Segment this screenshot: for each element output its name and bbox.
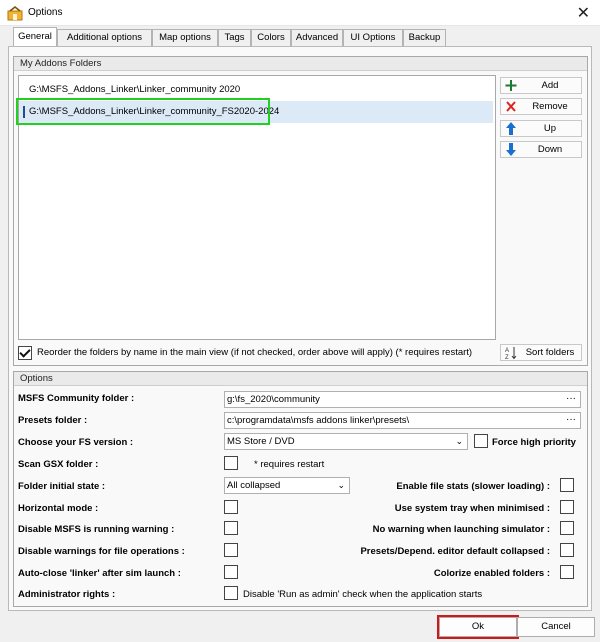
tab-ui-options[interactable]: UI Options bbox=[343, 29, 403, 46]
sort-az-icon: A Z bbox=[505, 345, 517, 361]
presets-folder-label: Presets folder : bbox=[18, 415, 88, 426]
tab-backup[interactable]: Backup bbox=[403, 29, 446, 46]
tab-colors[interactable]: Colors bbox=[251, 29, 291, 46]
fs-version-label: Choose your FS version : bbox=[18, 437, 134, 448]
browse-ellipsis-icon[interactable]: ··· bbox=[566, 413, 576, 427]
browse-ellipsis-icon[interactable]: ··· bbox=[566, 392, 576, 406]
chevron-down-icon: ⌄ bbox=[337, 480, 345, 490]
tab-map-options[interactable]: Map options bbox=[152, 29, 218, 46]
add-button[interactable]: Add bbox=[500, 77, 582, 94]
close-icon[interactable]: ✕ bbox=[577, 3, 590, 23]
folder-list-item-selected[interactable]: G:\MSFS_Addons_Linker\Linker_community_F… bbox=[19, 101, 493, 123]
window-title: Options bbox=[28, 7, 63, 18]
folder-state-label: Folder initial state : bbox=[18, 481, 106, 492]
requires-restart-note: * requires restart bbox=[254, 459, 325, 470]
options-group-title: Options bbox=[14, 372, 587, 386]
tab-tags[interactable]: Tags bbox=[218, 29, 251, 46]
scan-gsx-checkbox[interactable] bbox=[224, 456, 238, 470]
addons-folder-list[interactable]: G:\MSFS_Addons_Linker\Linker_community 2… bbox=[18, 75, 496, 340]
file-stats-checkbox[interactable] bbox=[560, 478, 574, 492]
auto-close-label: Auto-close 'linker' after sim launch : bbox=[18, 568, 181, 579]
msfs-community-label: MSFS Community folder : bbox=[18, 393, 135, 404]
presets-folder-field[interactable]: c:\programdata\msfs addons linker\preset… bbox=[224, 412, 581, 429]
no-warning-launch-label: No warning when launching simulator : bbox=[372, 524, 550, 535]
presets-collapsed-checkbox[interactable] bbox=[560, 543, 574, 557]
arrow-down-icon bbox=[505, 142, 517, 157]
tab-additional-options[interactable]: Additional options bbox=[57, 29, 152, 46]
chevron-down-icon: ⌄ bbox=[455, 436, 463, 446]
admin-rights-description: Disable 'Run as admin' check when the ap… bbox=[243, 589, 483, 600]
reorder-checkbox[interactable] bbox=[18, 346, 32, 360]
svg-text:Z: Z bbox=[505, 355, 509, 360]
msfs-community-field[interactable]: g:\fs_2020\community ··· bbox=[224, 391, 581, 408]
horizontal-mode-label: Horizontal mode : bbox=[18, 503, 99, 514]
disable-running-warning-label: Disable MSFS is running warning : bbox=[18, 524, 175, 535]
system-tray-checkbox[interactable] bbox=[560, 500, 574, 514]
force-priority-label: Force high priority bbox=[492, 437, 576, 448]
remove-x-icon bbox=[505, 99, 517, 114]
folder-state-select[interactable]: All collapsed ⌄ bbox=[224, 477, 350, 494]
force-priority-checkbox[interactable] bbox=[474, 434, 488, 448]
cancel-button[interactable]: Cancel bbox=[517, 617, 595, 637]
no-warning-launch-checkbox[interactable] bbox=[560, 521, 574, 535]
disable-file-warnings-label: Disable warnings for file operations : bbox=[18, 546, 185, 557]
disable-running-warning-checkbox[interactable] bbox=[224, 521, 238, 535]
fs-version-select[interactable]: MS Store / DVD ⌄ bbox=[224, 433, 468, 450]
tab-general[interactable]: General bbox=[13, 27, 57, 46]
horizontal-mode-checkbox[interactable] bbox=[224, 500, 238, 514]
options-app-icon bbox=[7, 6, 23, 21]
folder-path: G:\MSFS_Addons_Linker\Linker_community_F… bbox=[29, 106, 280, 117]
up-button[interactable]: Up bbox=[500, 120, 582, 137]
admin-rights-label: Administrator rights : bbox=[18, 589, 116, 600]
plus-icon bbox=[505, 78, 517, 93]
addons-group-title: My Addons Folders bbox=[14, 57, 587, 71]
folder-list-item[interactable]: G:\MSFS_Addons_Linker\Linker_community 2… bbox=[19, 79, 495, 101]
tab-advanced[interactable]: Advanced bbox=[291, 29, 343, 46]
scan-gsx-label: Scan GSX folder : bbox=[18, 459, 99, 470]
title-bar: Options ✕ bbox=[0, 0, 600, 26]
reorder-label: Reorder the folders by name in the main … bbox=[37, 347, 473, 358]
down-button[interactable]: Down bbox=[500, 141, 582, 158]
admin-rights-checkbox[interactable] bbox=[224, 586, 238, 600]
disable-file-warnings-checkbox[interactable] bbox=[224, 543, 238, 557]
sort-folders-button[interactable]: A Z Sort folders bbox=[500, 344, 582, 361]
ok-button[interactable]: Ok bbox=[439, 617, 517, 637]
arrow-up-icon bbox=[505, 121, 517, 136]
remove-button[interactable]: Remove bbox=[500, 98, 582, 115]
presets-collapsed-label: Presets/Depend. editor default collapsed… bbox=[360, 546, 550, 557]
auto-close-checkbox[interactable] bbox=[224, 565, 238, 579]
selection-marker bbox=[23, 106, 25, 118]
file-stats-label: Enable file stats (slower loading) : bbox=[396, 481, 550, 492]
colorize-label: Colorize enabled folders : bbox=[433, 568, 550, 579]
system-tray-label: Use system tray when minimised : bbox=[394, 503, 550, 514]
folder-path: G:\MSFS_Addons_Linker\Linker_community 2… bbox=[29, 84, 241, 95]
svg-text:A: A bbox=[505, 348, 509, 354]
colorize-checkbox[interactable] bbox=[560, 565, 574, 579]
